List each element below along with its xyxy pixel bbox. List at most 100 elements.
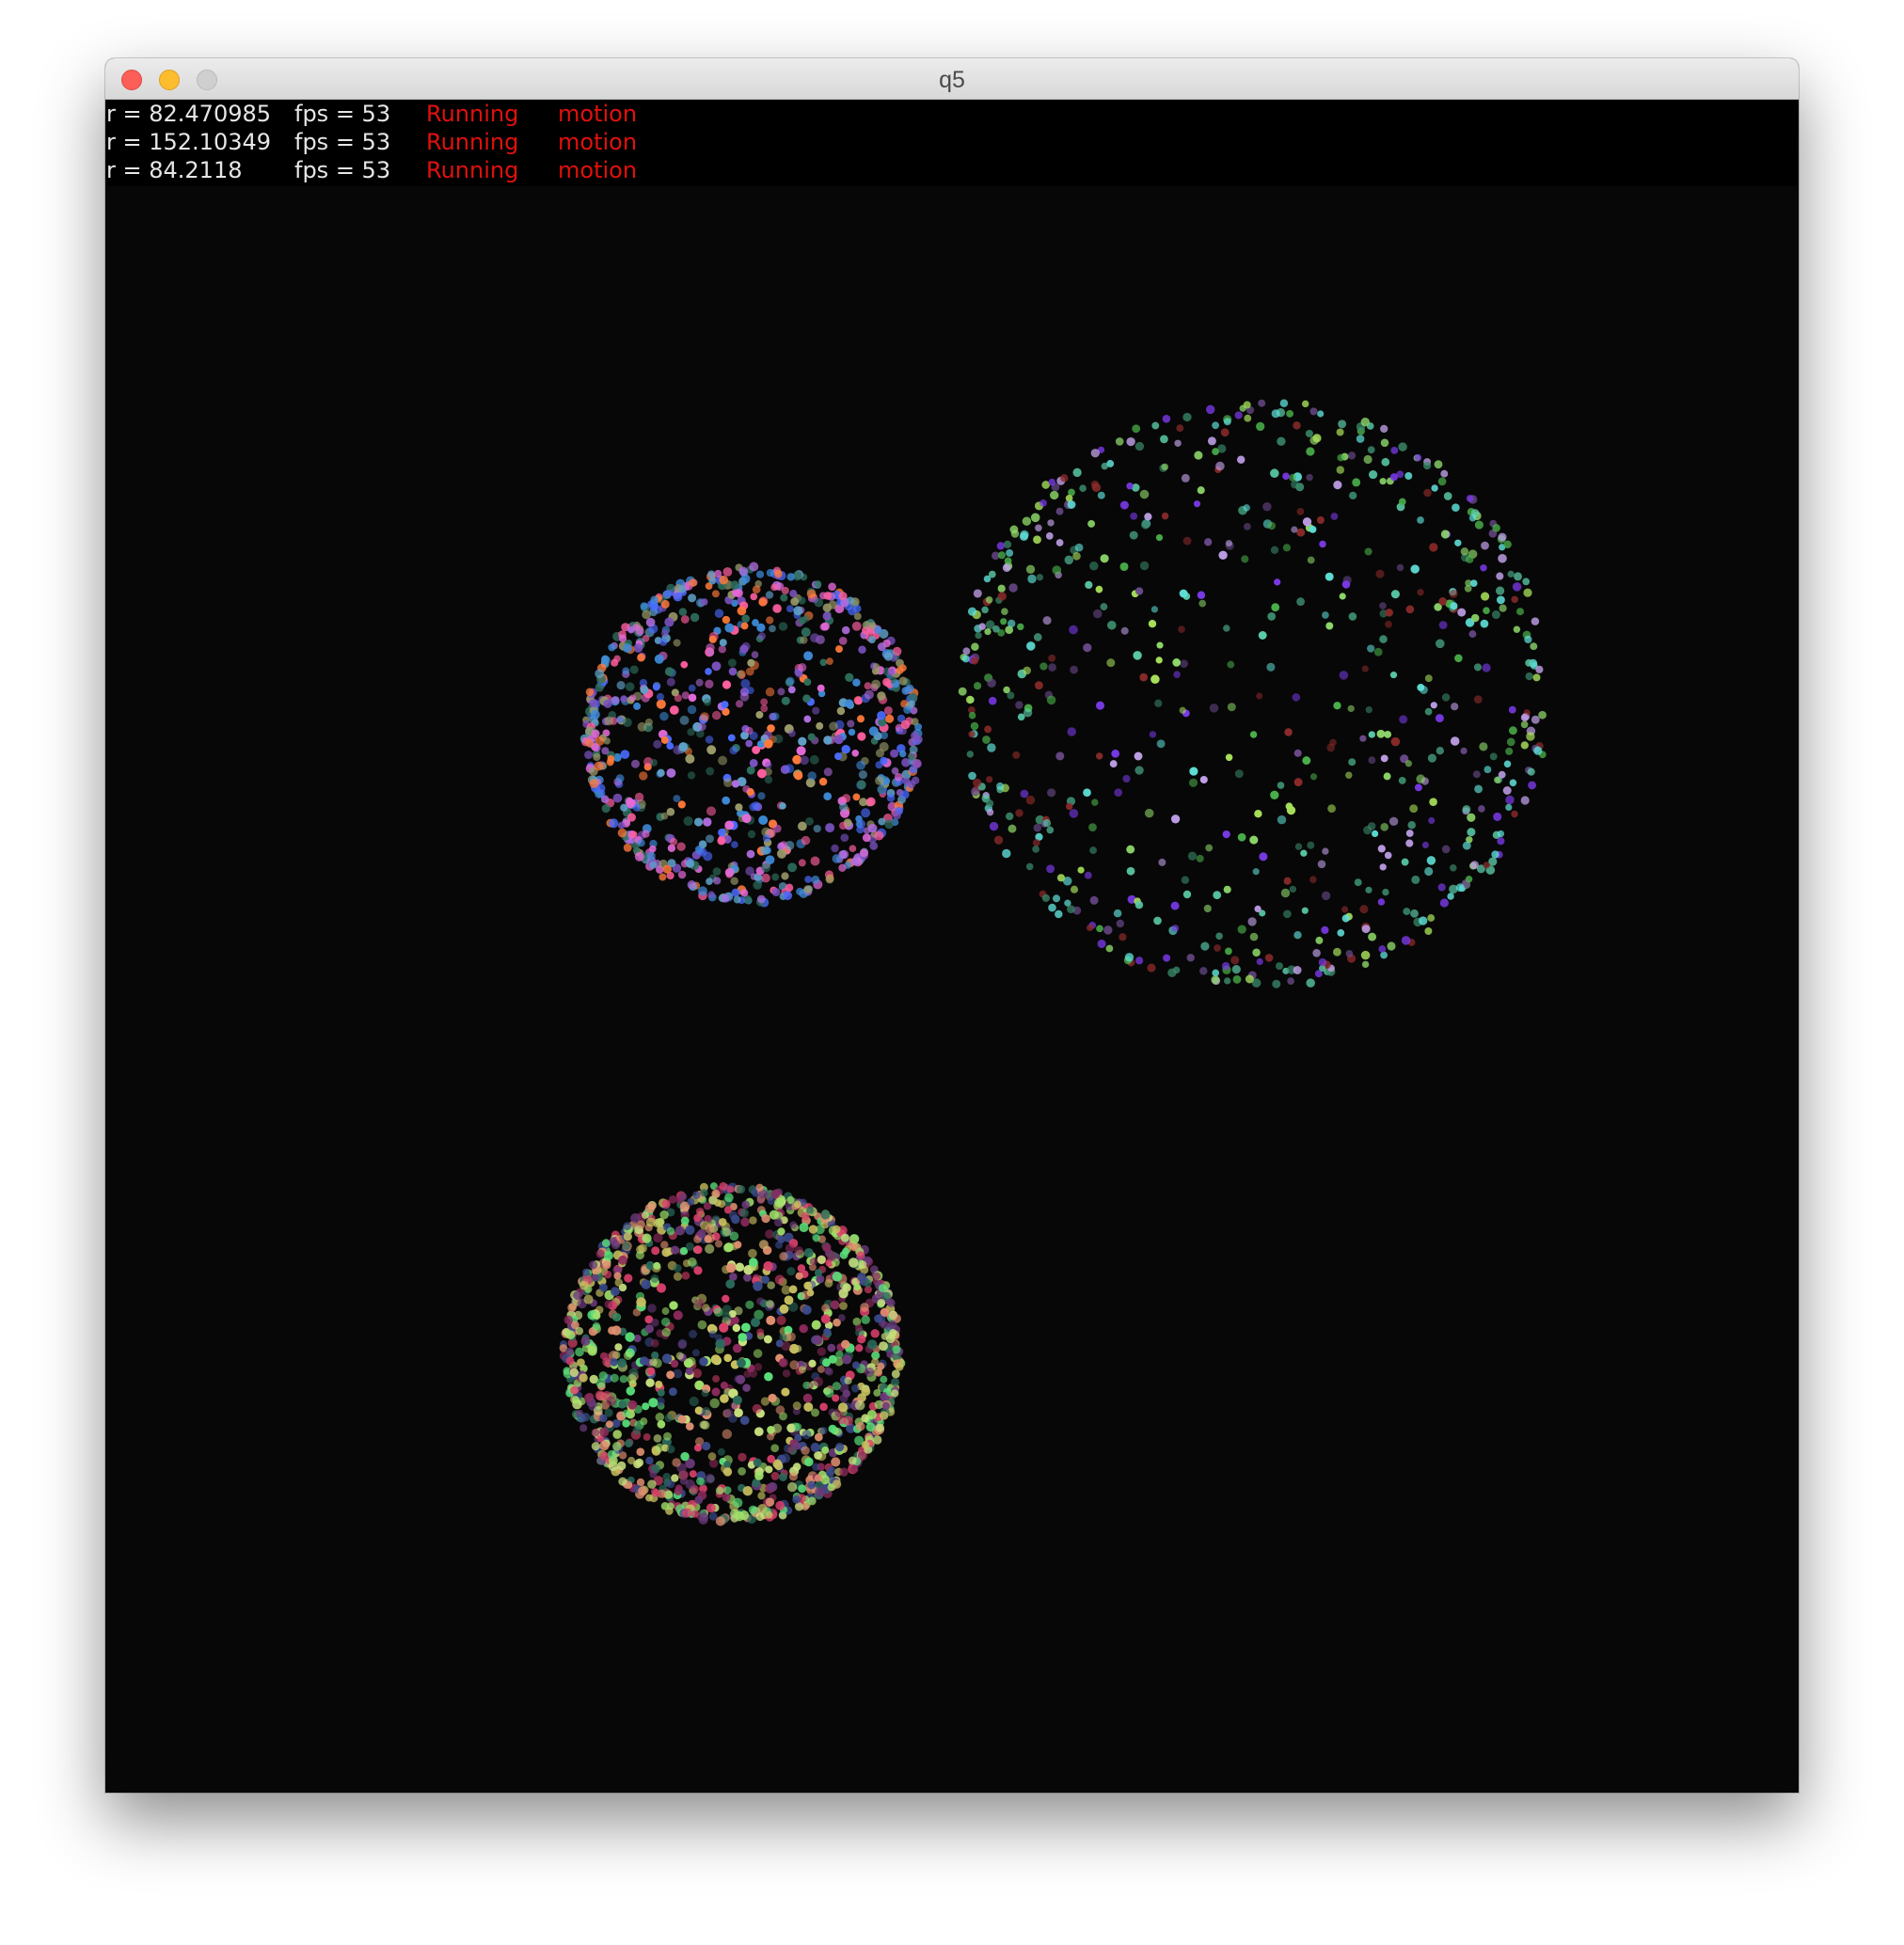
particle-dot	[603, 737, 611, 745]
particle-dot	[651, 1246, 660, 1256]
particle-dot	[612, 793, 623, 803]
particle-dot	[1372, 830, 1379, 837]
particle-dot	[1176, 424, 1184, 433]
particle-dot	[757, 792, 766, 800]
particle-dot	[1120, 626, 1129, 635]
particle-dot	[1306, 447, 1315, 456]
particle-dot	[703, 817, 712, 827]
particle-dot	[1083, 642, 1092, 653]
particle-dot	[1033, 535, 1041, 545]
particle-dot	[1212, 969, 1220, 977]
particle-dot	[666, 742, 674, 750]
particle-dot	[850, 1384, 860, 1393]
particle-dot	[1111, 749, 1120, 758]
particle-dot	[851, 1361, 861, 1369]
particle-dot	[666, 1370, 675, 1380]
particle-dot	[679, 715, 690, 725]
particle-dot	[661, 1353, 673, 1364]
particle-dot	[1293, 421, 1301, 430]
particle-dot	[694, 1495, 704, 1505]
particle-dot	[633, 1334, 642, 1343]
particle-dot	[1388, 816, 1399, 827]
particle-dot	[984, 627, 992, 636]
particle-dot	[1264, 954, 1274, 962]
particle-dot	[1341, 906, 1349, 913]
particle-dot	[702, 1441, 711, 1451]
particle-dot	[1410, 564, 1420, 574]
particle-dot	[694, 845, 704, 854]
particle-dot	[1462, 804, 1471, 814]
particle-dot	[1447, 893, 1454, 900]
particle-dot	[678, 585, 687, 593]
particle-dot	[650, 1274, 659, 1283]
particle-dot	[622, 1419, 630, 1428]
particle-dot	[656, 692, 664, 702]
particle-dot	[675, 1352, 684, 1360]
particle-dot	[1491, 609, 1500, 620]
sketch-canvas[interactable]: r = 82.470985 fps = 53 Running motion r …	[105, 100, 1799, 1793]
particle-dot	[1215, 461, 1225, 471]
particle-dot	[1008, 619, 1016, 628]
particle-scene[interactable]	[105, 100, 1799, 1793]
particle-dot	[594, 761, 604, 771]
particle-dot	[1047, 788, 1056, 798]
particle-dot	[968, 771, 976, 781]
particle-dot	[735, 700, 744, 708]
particle-dot	[988, 696, 997, 705]
particle-dot	[731, 888, 740, 897]
particle-dot	[764, 775, 773, 784]
particle-dot	[854, 1400, 865, 1411]
particle-dot	[779, 1358, 787, 1367]
particle-dot	[814, 1474, 823, 1483]
particle-dot	[958, 687, 967, 696]
particle-dot	[1497, 837, 1505, 846]
particle-dot	[872, 663, 881, 671]
particle-dot	[724, 1193, 734, 1203]
particle-dot	[622, 667, 630, 675]
particle-dot	[1030, 513, 1040, 523]
particle-dot	[658, 873, 667, 881]
mode-label: motion	[558, 101, 638, 127]
particle-dot	[866, 1339, 878, 1350]
particle-dot	[755, 1512, 765, 1522]
particle-dot	[1134, 587, 1144, 595]
particle-dot	[1417, 516, 1424, 524]
particle-dot	[585, 738, 595, 748]
particle-dot	[712, 1375, 721, 1383]
particle-dot	[810, 1442, 820, 1452]
particle-dot	[1338, 419, 1347, 429]
particle-dot	[609, 818, 619, 829]
particle-dot	[1223, 885, 1231, 893]
particle-dot	[738, 670, 746, 678]
particle-dot	[722, 796, 731, 805]
particle-dot	[1243, 401, 1251, 409]
particle-dot	[786, 1481, 798, 1493]
particle-dot	[1060, 474, 1069, 482]
particle-dot	[1032, 839, 1040, 846]
title-bar[interactable]: q5	[105, 58, 1799, 100]
particle-dot	[604, 1300, 613, 1308]
particle-dot	[853, 612, 862, 621]
particle-dot	[1150, 674, 1160, 684]
particle-dot	[701, 1407, 711, 1416]
particle-dot	[673, 639, 681, 647]
particle-dot	[1089, 846, 1098, 855]
particle-dot	[759, 846, 770, 856]
particle-dot	[642, 1402, 650, 1411]
particle-dot	[1538, 710, 1547, 719]
particle-dot	[711, 1189, 721, 1198]
particle-dot	[1188, 778, 1198, 787]
particle-dot	[1270, 468, 1279, 478]
particle-dot	[882, 777, 891, 785]
particle-dot	[655, 1413, 665, 1422]
particle-dot	[851, 621, 862, 631]
particle-dot	[1525, 658, 1533, 667]
particle-dot	[705, 679, 714, 688]
particle-dot	[679, 1193, 688, 1201]
particle-dot	[673, 795, 681, 803]
particle-dot	[765, 761, 772, 769]
particle-dot	[913, 735, 923, 744]
particle-dot	[1119, 561, 1129, 572]
particle-dot	[626, 797, 634, 806]
particle-dot	[595, 735, 605, 746]
